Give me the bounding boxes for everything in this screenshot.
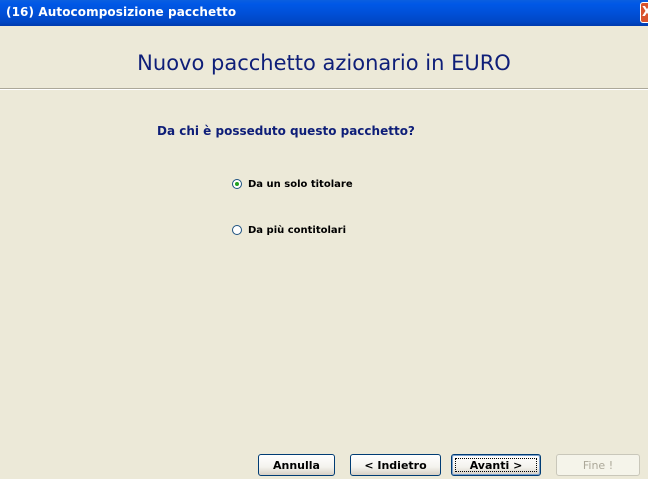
cancel-button-label: Annulla	[273, 458, 320, 472]
focus-rectangle	[455, 458, 537, 472]
header-divider-highlight	[0, 89, 648, 90]
title-bar[interactable]: (16) Autocomposizione pacchetto X	[0, 0, 648, 26]
question-label: Da chi è posseduto questo pacchetto?	[157, 124, 415, 138]
radio-dot-icon	[235, 182, 239, 186]
radio-option-co-owners[interactable]: Da più contitolari	[232, 222, 346, 238]
page-title: Nuovo pacchetto azionario in EURO	[137, 51, 511, 75]
window-title: (16) Autocomposizione pacchetto	[6, 5, 237, 19]
radio-label-single-owner: Da un solo titolare	[248, 178, 353, 190]
close-button[interactable]: X	[640, 2, 648, 23]
radio-button-unchecked[interactable]	[232, 225, 242, 235]
radio-button-checked[interactable]	[232, 179, 242, 189]
finish-button-label: Fine !	[582, 458, 614, 472]
next-button[interactable]: Avanti >	[451, 454, 541, 476]
finish-button: Fine !	[556, 454, 640, 476]
back-button-label: < Indietro	[364, 458, 427, 472]
back-button[interactable]: < Indietro	[350, 454, 441, 476]
radio-option-single-owner[interactable]: Da un solo titolare	[232, 176, 353, 192]
radio-label-co-owners: Da più contitolari	[248, 224, 347, 236]
close-icon: X	[642, 5, 648, 20]
cancel-button[interactable]: Annulla	[258, 454, 335, 476]
